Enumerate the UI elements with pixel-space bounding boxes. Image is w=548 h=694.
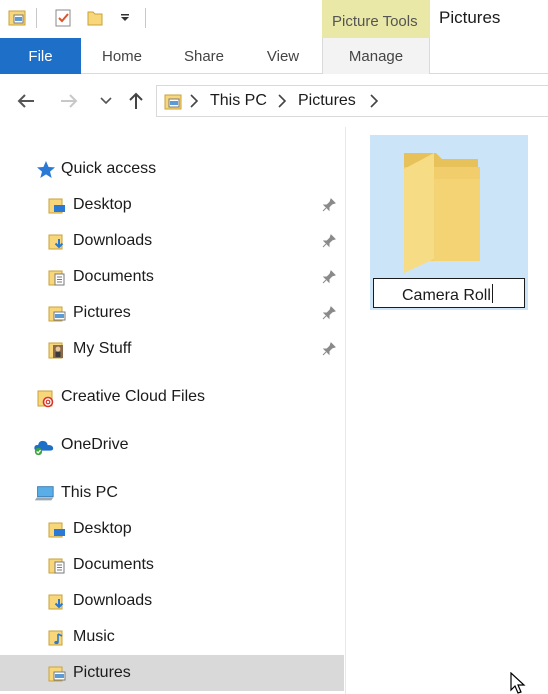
nav-label: Music <box>73 628 115 645</box>
tab-file[interactable]: File <box>0 38 81 74</box>
tab-home[interactable]: Home <box>90 38 154 74</box>
navigation-pane: Quick access Desktop Downloads Documents <box>0 127 346 694</box>
nav-pc-downloads[interactable]: Downloads <box>0 583 344 619</box>
window-title: Pictures <box>439 8 501 27</box>
back-arrow-icon[interactable] <box>14 89 38 113</box>
address-bar[interactable]: This PC Pictures <box>156 85 548 117</box>
file-list: Camera Roll <box>347 127 548 694</box>
desktop-folder-icon <box>46 195 68 217</box>
tab-view[interactable]: View <box>252 38 314 74</box>
pictures-folder-icon <box>46 663 68 685</box>
nav-this-pc[interactable]: This PC <box>0 475 344 511</box>
folder-icon <box>404 153 480 273</box>
breadcrumb-pictures[interactable]: Pictures <box>298 92 356 110</box>
checklist-icon[interactable] <box>52 7 74 29</box>
mouse-cursor-icon <box>510 672 526 694</box>
nav-label: Desktop <box>73 196 132 213</box>
pin-icon[interactable] <box>320 304 338 322</box>
properties-icon[interactable] <box>6 7 28 29</box>
documents-folder-icon <box>46 555 68 577</box>
breadcrumb-chevron-icon <box>278 94 287 108</box>
folder-item-camera-roll[interactable]: Camera Roll <box>370 135 528 310</box>
breadcrumb-chevron-icon <box>190 94 199 108</box>
breadcrumb-chevron-icon <box>370 94 379 108</box>
nav-label: Downloads <box>73 592 153 609</box>
customize-dropdown-icon[interactable] <box>114 7 136 29</box>
recent-locations-chevron-icon[interactable] <box>94 89 118 113</box>
nav-pc-documents[interactable]: Documents <box>0 547 344 583</box>
nav-label: This PC <box>61 484 118 501</box>
nav-label: OneDrive <box>61 436 129 453</box>
picture-tools-header: Picture Tools <box>322 0 430 38</box>
navigation-bar: This PC Pictures <box>0 74 548 127</box>
nav-qa-downloads[interactable]: Downloads <box>0 223 344 259</box>
breadcrumb-this-pc[interactable]: This PC <box>210 92 267 110</box>
nav-label: Quick access <box>61 160 157 177</box>
star-icon <box>35 159 57 181</box>
rename-input[interactable]: Camera Roll <box>373 278 525 308</box>
nav-qa-documents[interactable]: Documents <box>0 259 344 295</box>
pin-icon[interactable] <box>320 268 338 286</box>
pictures-folder-icon <box>46 303 68 325</box>
nav-pc-music[interactable]: Music <box>0 619 344 655</box>
music-folder-icon <box>46 627 68 649</box>
computer-icon <box>33 483 55 505</box>
tab-manage[interactable]: Manage <box>322 38 430 75</box>
new-folder-icon[interactable] <box>84 7 106 29</box>
pin-icon[interactable] <box>320 340 338 358</box>
nav-pc-desktop[interactable]: Desktop <box>0 511 344 547</box>
this-pc-pictures-icon <box>163 92 183 117</box>
nav-label: Pictures <box>73 664 131 681</box>
nav-label: Documents <box>73 268 154 285</box>
nav-quick-access[interactable]: Quick access <box>0 151 344 187</box>
ribbon-tabs: File Home Share View Manage <box>0 38 548 75</box>
tab-share[interactable]: Share <box>173 38 235 74</box>
pin-icon[interactable] <box>320 232 338 250</box>
nav-pc-pictures[interactable]: Pictures <box>0 655 344 691</box>
picture-tools-label: Picture Tools <box>332 13 418 30</box>
nav-onedrive[interactable]: OneDrive <box>0 427 344 463</box>
nav-label: Pictures <box>73 304 131 321</box>
nav-label: Creative Cloud Files <box>61 388 206 405</box>
up-arrow-icon[interactable] <box>124 89 148 113</box>
downloads-folder-icon <box>46 591 68 613</box>
nav-qa-my-stuff[interactable]: My Stuff <box>0 331 344 367</box>
documents-folder-icon <box>46 267 68 289</box>
pin-icon[interactable] <box>320 196 338 214</box>
title-bar: Picture Tools Pictures <box>0 0 548 38</box>
nav-label: Downloads <box>73 232 153 249</box>
my-stuff-folder-icon <box>46 339 68 361</box>
nav-qa-pictures[interactable]: Pictures <box>0 295 344 331</box>
onedrive-cloud-icon <box>33 435 55 457</box>
text-caret <box>491 284 493 303</box>
creative-cloud-folder-icon <box>35 387 57 409</box>
rename-input-text: Camera Roll <box>402 287 491 304</box>
desktop-folder-icon <box>46 519 68 541</box>
nav-label: Desktop <box>73 520 132 537</box>
nav-label: My Stuff <box>73 340 132 357</box>
nav-label: Documents <box>73 556 154 573</box>
nav-creative-cloud-files[interactable]: Creative Cloud Files <box>0 379 344 415</box>
downloads-folder-icon <box>46 231 68 253</box>
nav-qa-desktop[interactable]: Desktop <box>0 187 344 223</box>
forward-arrow-icon[interactable] <box>57 89 81 113</box>
